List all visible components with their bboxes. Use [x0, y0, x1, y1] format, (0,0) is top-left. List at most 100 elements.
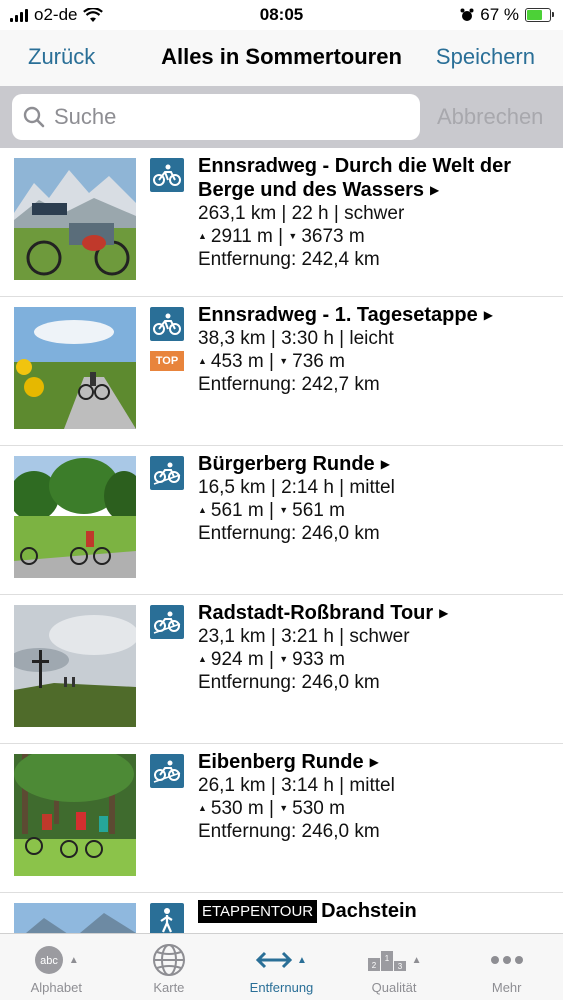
descent-icon: ▼	[279, 356, 289, 366]
tour-row[interactable]: Eibenberg Runde ▶ 26,1 km | 3:14 h | mitt…	[0, 744, 563, 893]
svg-text:abc: abc	[40, 955, 58, 967]
tour-title: Bürgerberg Runde ▶	[198, 453, 390, 475]
save-button[interactable]: Speichern	[436, 44, 535, 70]
cancel-button[interactable]: Abbrechen	[437, 104, 543, 130]
disclosure-icon: ▶	[380, 457, 390, 471]
tour-stats: 38,3 km | 3:30 h | leicht	[198, 328, 394, 349]
tour-distance: Entfernung: 246,0 km	[198, 821, 380, 842]
tour-stats: 23,1 km | 3:21 h | schwer	[198, 626, 410, 647]
tour-info: Ennsradweg - Durch die Welt der Berge un…	[198, 154, 551, 271]
tour-thumbnail	[14, 605, 136, 727]
signal-icon	[10, 8, 28, 22]
distance-icon	[256, 951, 293, 969]
tab-label: Qualität	[371, 980, 417, 995]
tab-bar: abc ▲ Alphabet Karte ▲ Entfernung 2 1 3 …	[0, 933, 563, 1000]
svg-text:1: 1	[384, 954, 389, 963]
navigation-bar: Zurück Alles in Sommertouren Speichern	[0, 30, 563, 86]
globe-icon	[152, 944, 185, 976]
svg-text:2: 2	[371, 961, 376, 970]
tab-mehr[interactable]: Mehr	[450, 934, 563, 1000]
tour-row[interactable]: ETAPPENTOUR Dachstein	[0, 893, 563, 933]
disclosure-icon: ▶	[439, 606, 449, 620]
podium-icon: 2 1 3	[367, 951, 406, 971]
tab-label: Alphabet	[30, 980, 82, 995]
tour-distance: Entfernung: 242,7 km	[198, 374, 380, 395]
tour-elevation: ▲ 2911 m | ▼ 3673 m	[198, 226, 365, 247]
tab-karte[interactable]: Karte	[113, 934, 226, 1000]
tour-row[interactable]: Radstadt-Roßbrand Tour ▶ 23,1 km | 3:21 h…	[0, 595, 563, 744]
disclosure-icon: ▶	[369, 755, 379, 769]
descent-icon: ▼	[279, 505, 289, 515]
tour-thumbnail	[14, 754, 136, 876]
tour-elevation: ▲ 530 m | ▼ 530 m	[198, 798, 345, 819]
tour-elevation: ▲ 924 m | ▼ 933 m	[198, 649, 345, 670]
tour-info: Radstadt-Roßbrand Tour ▶ 23,1 km | 3:21 h…	[198, 601, 551, 694]
tour-row[interactable]: TOP Ennsradweg - 1. Tagesetappe ▶ 38,3 km…	[0, 297, 563, 446]
status-left: o2-de	[10, 5, 104, 25]
mountain-bike-icon	[150, 754, 184, 788]
carrier-label: o2-de	[34, 5, 78, 24]
svg-text:3: 3	[397, 962, 402, 971]
tour-title: Radstadt-Roßbrand Tour ▶	[198, 602, 449, 624]
tour-row[interactable]: Ennsradweg - Durch die Welt der Berge un…	[0, 148, 563, 297]
tab-label: Mehr	[491, 980, 522, 995]
tour-info: Bürgerberg Runde ▶ 16,5 km | 2:14 h | mit…	[198, 452, 551, 545]
tab-qualitaet[interactable]: 2 1 3 ▲ Qualität	[338, 934, 451, 1000]
descent-icon: ▼	[288, 231, 298, 241]
sort-arrow-icon: ▲	[68, 954, 79, 966]
tour-title: Ennsradweg - Durch die Welt der Berge un…	[198, 155, 512, 201]
descent-icon: ▼	[279, 654, 289, 664]
mountain-bike-icon	[150, 456, 184, 490]
search-icon	[23, 106, 45, 128]
tour-stats: 26,1 km | 3:14 h | mittel	[198, 775, 395, 796]
status-bar: o2-de 08:05 67 %	[0, 0, 563, 30]
bike-icon	[150, 307, 184, 341]
disclosure-icon: ▶	[483, 308, 493, 322]
tour-list: Ennsradweg - Durch die Welt der Berge un…	[0, 148, 563, 933]
ascent-icon: ▲	[198, 654, 207, 664]
ascent-icon: ▲	[198, 803, 207, 813]
back-button[interactable]: Zurück	[28, 44, 95, 70]
tour-info: Ennsradweg - 1. Tagesetappe ▶ 38,3 km | 3…	[198, 303, 551, 396]
tour-title: ETAPPENTOUR Dachstein	[198, 899, 551, 923]
tour-title: Eibenberg Runde ▶	[198, 751, 379, 773]
tour-elevation: ▲ 453 m | ▼ 736 m	[198, 351, 345, 372]
disclosure-icon: ▶	[430, 183, 440, 197]
alarm-icon	[460, 8, 474, 21]
top-badge: TOP	[150, 351, 184, 371]
more-icon	[490, 956, 523, 964]
tour-stats: 263,1 km | 22 h | schwer	[198, 203, 405, 224]
search-bar: Abbrechen	[0, 86, 563, 148]
tab-alphabet[interactable]: abc ▲ Alphabet	[0, 934, 113, 1000]
tour-elevation: ▲ 561 m | ▼ 561 m	[198, 500, 345, 521]
tour-row[interactable]: Bürgerberg Runde ▶ 16,5 km | 2:14 h | mit…	[0, 446, 563, 595]
tour-thumbnail	[14, 903, 136, 933]
search-input[interactable]	[54, 104, 394, 130]
ascent-icon: ▲	[198, 505, 207, 515]
search-box[interactable]	[12, 94, 420, 140]
abc-icon: abc	[34, 946, 63, 974]
tab-entfernung[interactable]: ▲ Entfernung	[225, 934, 338, 1000]
mountain-bike-icon	[150, 605, 184, 639]
tab-label: Karte	[153, 980, 185, 995]
sort-arrow-icon: ▲	[411, 954, 422, 966]
tour-title: Ennsradweg - 1. Tagesetappe ▶	[198, 304, 493, 326]
tour-thumbnail	[14, 307, 136, 429]
battery-icon	[525, 8, 554, 22]
bike-icon	[150, 158, 184, 192]
tour-distance: Entfernung: 246,0 km	[198, 672, 380, 693]
tour-thumbnail	[14, 456, 136, 578]
ascent-icon: ▲	[198, 356, 207, 366]
wifi-icon	[83, 7, 104, 22]
tour-info: Eibenberg Runde ▶ 26,1 km | 3:14 h | mitt…	[198, 750, 551, 843]
status-right: 67 %	[460, 5, 554, 25]
sort-arrow-icon: ▲	[297, 954, 307, 966]
tour-thumbnail	[14, 158, 136, 280]
tour-info: ETAPPENTOUR Dachstein	[198, 899, 551, 923]
tour-distance: Entfernung: 242,4 km	[198, 249, 380, 270]
battery-percent: 67 %	[480, 5, 519, 24]
tour-distance: Entfernung: 246,0 km	[198, 523, 380, 544]
descent-icon: ▼	[279, 803, 289, 813]
tab-label: Entfernung	[249, 980, 314, 995]
etappen-badge: ETAPPENTOUR	[198, 900, 318, 923]
